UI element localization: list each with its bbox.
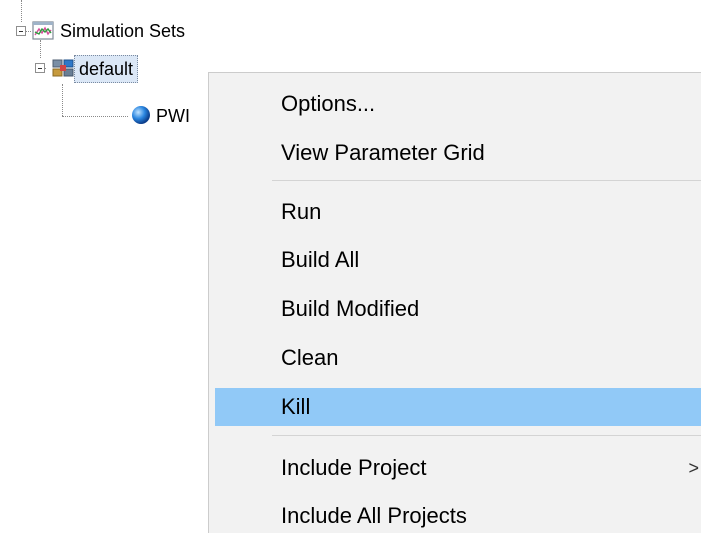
tree-connector <box>62 116 128 117</box>
collapse-toggle[interactable] <box>16 26 26 36</box>
menu-item-clean[interactable]: Clean <box>215 339 701 377</box>
menu-item-view-parameter-grid[interactable]: View Parameter Grid <box>215 134 701 172</box>
menu-item-build-modified[interactable]: Build Modified <box>215 290 701 328</box>
tree-node-simulation-sets[interactable]: Simulation Sets <box>60 20 185 42</box>
menu-item-include-all-projects[interactable]: Include All Projects <box>215 497 701 535</box>
tree-node-default[interactable]: default <box>74 55 139 83</box>
menu-item-include-project[interactable]: Include Project > <box>215 449 701 487</box>
simulation-sets-icon <box>32 20 54 47</box>
menu-separator <box>272 435 701 436</box>
menu-item-run[interactable]: Run <box>215 193 701 231</box>
menu-item-kill[interactable]: Kill <box>215 388 701 426</box>
context-menu: Options... View Parameter Grid Run Build… <box>208 72 701 533</box>
tree-connector <box>21 0 22 22</box>
menu-item-options[interactable]: Options... <box>215 85 701 123</box>
blue-sphere-icon <box>130 104 152 131</box>
collapse-toggle[interactable] <box>35 63 45 73</box>
menu-item-build-all[interactable]: Build All <box>215 241 701 279</box>
menu-separator <box>272 180 701 181</box>
tree-connector <box>62 84 63 116</box>
submenu-arrow-icon: > <box>688 458 699 478</box>
tree-node-pwi[interactable]: PWI <box>156 103 190 129</box>
simulation-set-icon <box>50 55 76 86</box>
menu-item-label: Include Project <box>281 455 427 480</box>
